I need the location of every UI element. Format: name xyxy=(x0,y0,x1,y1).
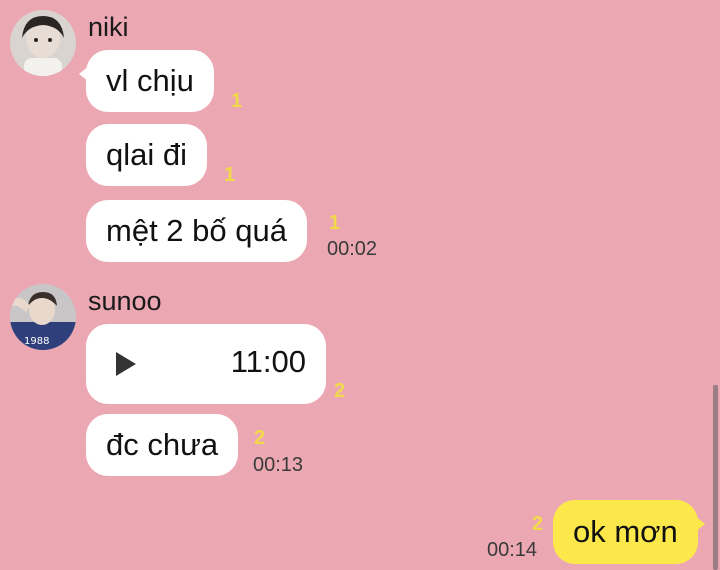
sender-name: sunoo xyxy=(88,286,162,316)
unread-count: 2 xyxy=(334,380,346,402)
scrollbar[interactable] xyxy=(713,385,718,570)
voice-duration: 11:00 xyxy=(230,344,306,379)
user-avatar-icon: 1988 xyxy=(10,284,76,350)
message-bubble[interactable]: đc chưa xyxy=(86,414,239,476)
user-avatar-icon xyxy=(10,10,76,76)
unread-count: 2 xyxy=(254,427,266,449)
unread-count: 1 xyxy=(224,164,236,186)
message-time: 00:14 xyxy=(487,539,538,561)
unread-count: 1 xyxy=(329,212,341,234)
message-time: 00:13 xyxy=(253,454,304,476)
niki-avatar[interactable] xyxy=(10,10,76,76)
svg-text:1988: 1988 xyxy=(24,336,49,347)
message-time: 00:02 xyxy=(327,238,378,260)
unread-count: 2 xyxy=(532,513,544,535)
sender-name: niki xyxy=(88,12,129,42)
message-text: mệt 2 bố quá xyxy=(106,213,287,248)
unread-count: 1 xyxy=(231,90,243,112)
message-text: đc chưa xyxy=(106,427,219,462)
play-icon[interactable] xyxy=(116,352,136,376)
message-text: qlai đi xyxy=(106,137,187,172)
message-text: vl chịu xyxy=(106,63,194,98)
my-message-bubble[interactable]: ok mơn xyxy=(553,500,705,564)
message-bubble[interactable]: vl chịu xyxy=(79,50,214,112)
voice-message[interactable]: 11:00 xyxy=(86,324,326,404)
message-text: ok mơn xyxy=(573,514,678,549)
sunoo-avatar[interactable]: 1988 xyxy=(10,284,76,350)
message-bubble[interactable]: qlai đi xyxy=(86,124,207,186)
message-bubble[interactable]: mệt 2 bố quá xyxy=(86,200,307,262)
